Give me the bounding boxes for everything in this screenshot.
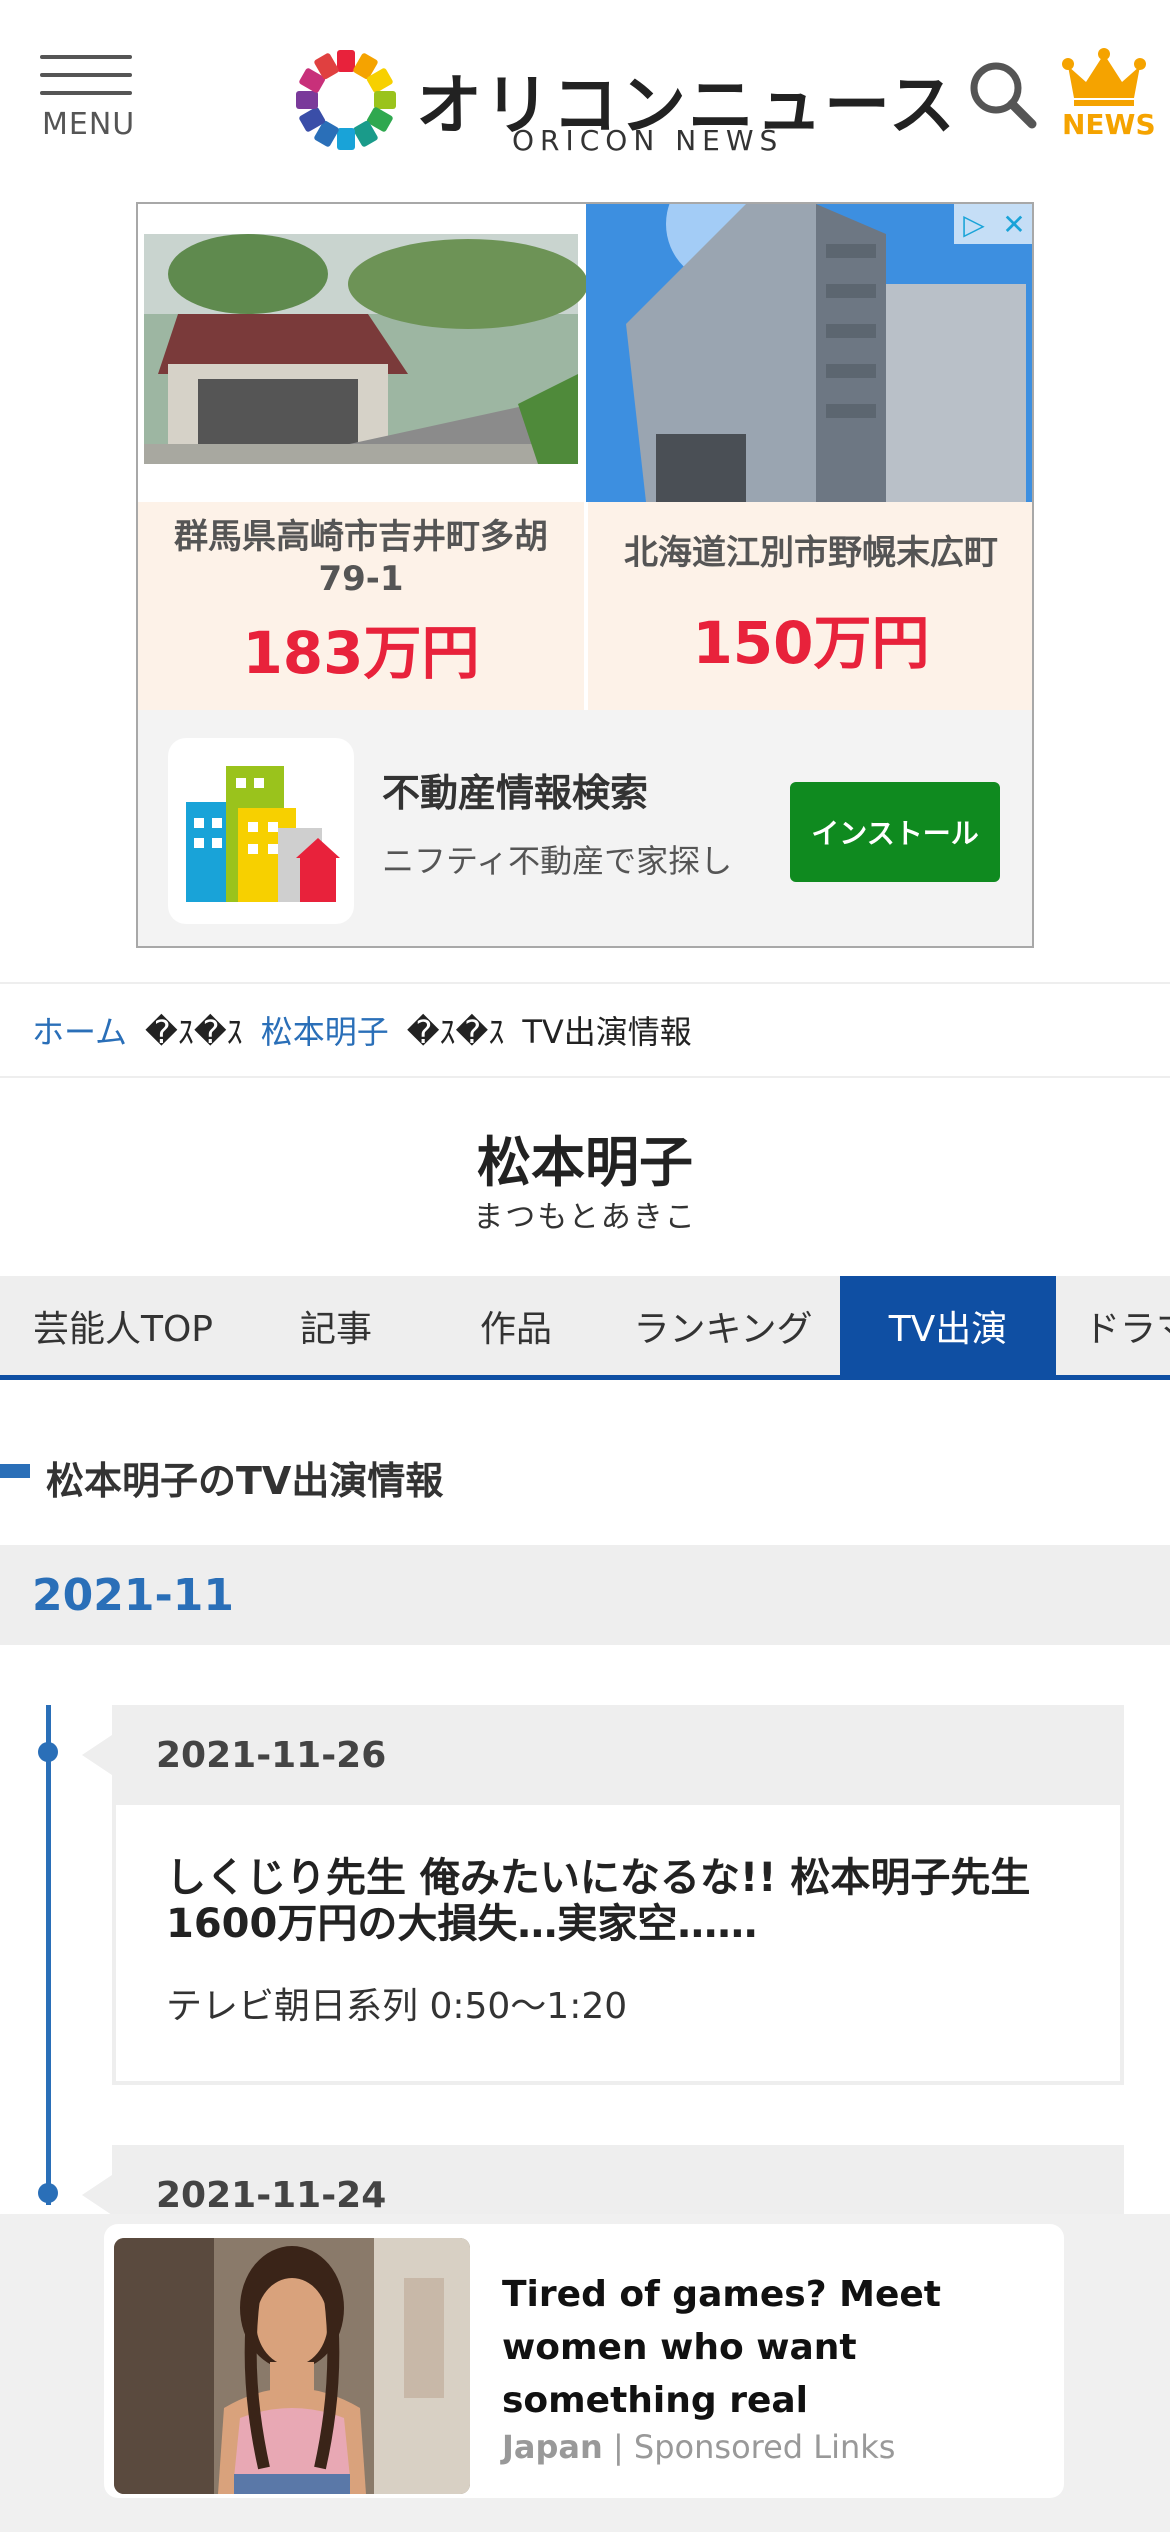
timeline-dot: [38, 2183, 58, 2203]
ad-property-address: 北海道江別市野幌末広町: [624, 533, 998, 573]
breadcrumb-person-link[interactable]: 松本明子: [261, 1007, 389, 1053]
ad-source-separator: |: [612, 2428, 624, 2466]
ad-property-photo-1[interactable]: [138, 204, 586, 502]
sponsored-ad[interactable]: Tired of games? Meet women who want some…: [104, 2224, 1064, 2498]
ad-sponsor-label: Sponsored Links: [633, 2428, 896, 2466]
section-heading: 松本明子のTV出演情報: [0, 1450, 1170, 1506]
month-header: 2021-11: [0, 1545, 1170, 1645]
top-advertisement[interactable]: ▷ ✕ 群馬県高崎市吉井町多胡 79-1 183万円 北海道江別市野幌末広町 1…: [136, 202, 1034, 948]
breadcrumb: ホーム �ｽ�ｽ 松本明子 �ｽ�ｽ TV出演情報: [0, 982, 1170, 1078]
month-label: 2021-11: [32, 1569, 234, 1621]
ad-app-subtitle: ニフティ不動産で家探し: [382, 842, 733, 880]
close-icon[interactable]: ✕: [996, 206, 1032, 242]
search-button[interactable]: [966, 58, 1038, 130]
ad-source-name: Japan: [502, 2428, 603, 2466]
person-name-kana: まつもとあきこ: [473, 1200, 697, 1235]
bottom-ad-bar: Tired of games? Meet women who want some…: [0, 2214, 1170, 2532]
ad-headline: Tired of games? Meet women who want some…: [502, 2274, 941, 2421]
menu-label: MENU: [42, 107, 136, 142]
ad-property-photo-2[interactable]: ▷ ✕: [586, 204, 1032, 502]
ad-app-title: 不動産情報検索: [382, 771, 649, 815]
timeline-line: [46, 1705, 51, 2205]
ad-thumbnail: [114, 2238, 470, 2494]
menu-button[interactable]: MENU: [40, 55, 140, 145]
tv-program-title: しくじり先生 俺みたいになるな!! 松本明子先生1600万円の大損失…実家空……: [166, 1855, 1031, 1947]
breadcrumb-current: TV出演情報: [522, 1013, 692, 1051]
buildings-icon: [186, 766, 340, 902]
tab-articles[interactable]: 記事: [246, 1276, 426, 1375]
house-garage-photo: [138, 204, 586, 502]
crown-news-label: NEWS: [1062, 108, 1156, 141]
search-icon: [970, 62, 1037, 129]
oricon-logo[interactable]: オリコンニュース ORICON NEWS: [296, 44, 955, 157]
page-title: 松本明子: [477, 1131, 693, 1194]
breadcrumb-separator: �ｽ�ｽ: [145, 1013, 243, 1051]
tab-ranking[interactable]: ランキング: [606, 1276, 840, 1375]
apartment-building-photo: [586, 204, 1032, 502]
section-heading-text: 松本明子のTV出演情報: [46, 1459, 444, 1503]
ad-property-address: 群馬県高崎市吉井町多胡 79-1: [174, 517, 548, 599]
crown-icon: [1062, 48, 1146, 106]
site-header: MENU オリコンニュース ORICON NEWS NEWS: [0, 0, 1170, 190]
adchoices-icon[interactable]: ▷: [956, 206, 992, 242]
person-tabs: 芸能人TOP 記事 作品 ランキング TV出演 ドラマ: [0, 1276, 1170, 1380]
tab-works[interactable]: 作品: [426, 1276, 606, 1375]
breadcrumb-home-link[interactable]: ホーム: [32, 1007, 127, 1053]
tab-drama[interactable]: ドラマ: [1056, 1276, 1170, 1375]
entry-date: 2021-11-26: [82, 1705, 1124, 1805]
ad-property-price: 183万円: [242, 619, 480, 687]
install-button[interactable]: インストール: [790, 782, 1000, 882]
tab-top[interactable]: 芸能人TOP: [0, 1276, 246, 1375]
ad-app-banner[interactable]: 不動産情報検索 ニフティ不動産で家探し インストール: [138, 710, 1032, 946]
ad-property-info-2[interactable]: 北海道江別市野幌末広町 150万円: [588, 502, 1032, 710]
tv-program-channel-time: テレビ朝日系列 0:50〜1:20: [166, 1986, 628, 2027]
ad-source-line: Japan | Sponsored Links: [502, 2428, 895, 2466]
logo-text-en: ORICON NEWS: [512, 124, 784, 157]
ranking-news-button[interactable]: NEWS: [1058, 48, 1156, 143]
tv-program-card[interactable]: しくじり先生 俺みたいになるな!! 松本明子先生1600万円の大損失…実家空………: [112, 1805, 1124, 2085]
breadcrumb-separator: �ｽ�ｽ: [406, 1013, 505, 1051]
section-heading-bar: [0, 1464, 30, 1478]
ad-badges: ▷ ✕: [954, 204, 1032, 244]
hamburger-icon: [40, 55, 140, 95]
ad-app-icon: [168, 738, 354, 924]
timeline-dot: [38, 1742, 58, 1762]
ad-property-info-1[interactable]: 群馬県高崎市吉井町多胡 79-1 183万円: [138, 502, 584, 710]
tab-tv[interactable]: TV出演: [840, 1276, 1056, 1375]
ad-property-price: 150万円: [692, 609, 930, 677]
woman-photo: [114, 2238, 470, 2494]
oricon-logo-mark-icon: [296, 50, 396, 150]
